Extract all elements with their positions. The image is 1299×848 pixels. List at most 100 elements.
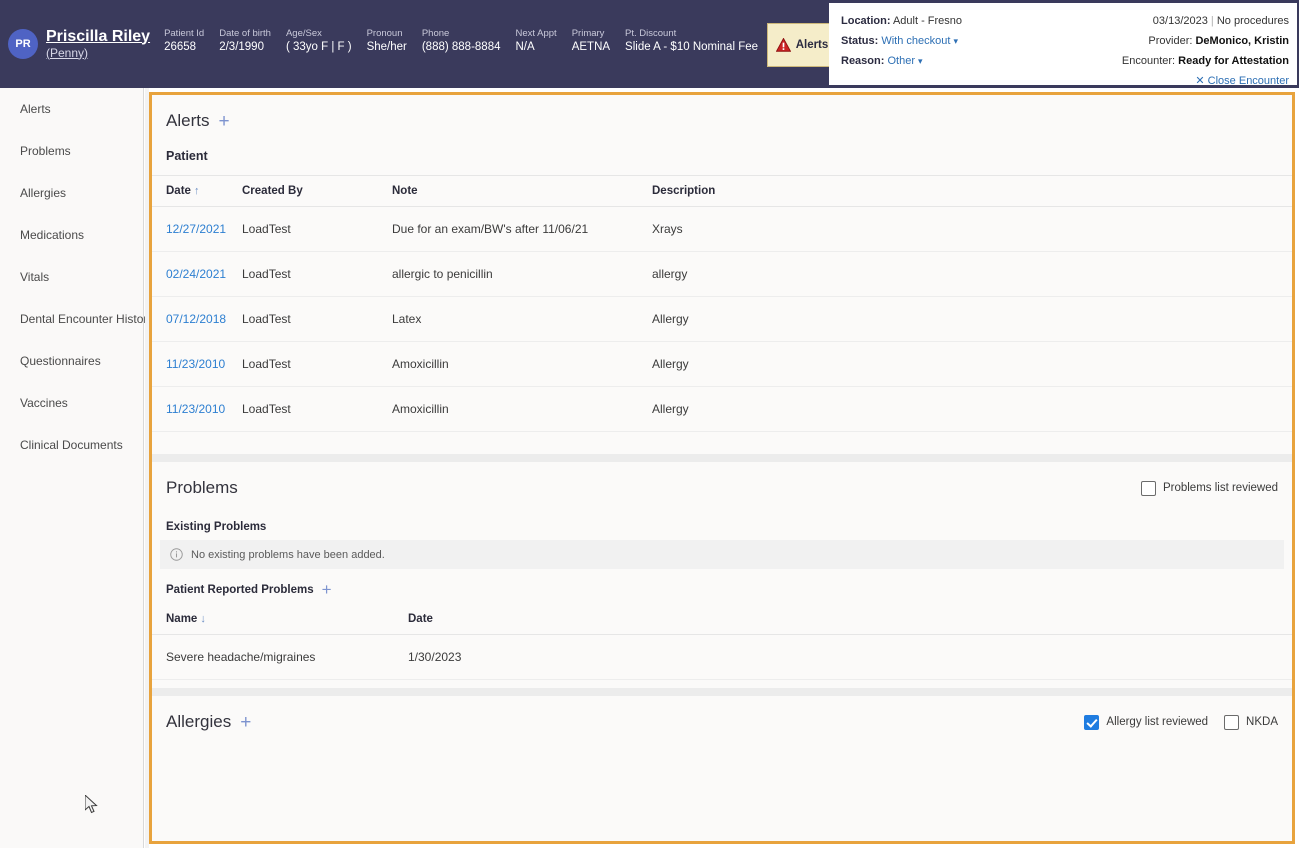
demographic-label: Pt. Discount (625, 28, 677, 39)
demographic-value: ( 33yo F | F ) (285, 41, 352, 53)
add-alert-button[interactable]: + (218, 112, 229, 131)
chart-content-area: Alerts + Patient Date↑ Created By Note (149, 92, 1295, 844)
column-header-date[interactable]: Date ↑ (152, 176, 242, 207)
encounter-info-panel: Location: Adult - Fresno Status: With ch… (829, 3, 1297, 87)
problems-table-header-row: Name ↓ Date (152, 604, 1292, 635)
provider-value: DeMonico, Kristin (1195, 35, 1289, 47)
table-row[interactable]: Severe headache/migraines 1/30/2023 (152, 634, 1292, 680)
demographic-label: Age/Sex (285, 28, 322, 39)
alert-date-link[interactable]: 11/23/2010 (166, 357, 225, 371)
problems-list-reviewed-checkbox[interactable]: Problems list reviewed (1140, 480, 1278, 496)
allergies-section-title: Allergies (166, 712, 232, 731)
patient-nickname-link[interactable]: (Penny) (46, 46, 150, 61)
demographic-patient-id: Patient Id 26658 (164, 28, 204, 55)
demographic-value: AETNA (571, 41, 611, 53)
sidebar-item-vaccines[interactable]: Vaccines (0, 382, 143, 424)
table-row[interactable]: 11/23/2010 LoadTest Amoxicillin Allergy (152, 386, 1292, 432)
sidebar-item-clinical-documents[interactable]: Clinical Documents (0, 424, 143, 466)
sort-ascending-icon[interactable]: ↑ (194, 185, 200, 197)
problems-section-header: Problems Problems list reviewed (152, 462, 1292, 508)
encounter-status-label: Status: (841, 35, 879, 47)
alert-created-by: LoadTest (242, 296, 392, 342)
add-allergy-button[interactable]: + (240, 713, 251, 732)
problems-list-reviewed-label: Problems list reviewed (1162, 482, 1278, 494)
problem-name: Severe headache/migraines (152, 634, 408, 680)
close-encounter-button[interactable]: ✕ Close Encounter (1122, 71, 1289, 91)
column-label: Name (166, 613, 198, 625)
close-encounter-label: Close Encounter (1207, 75, 1289, 87)
table-row[interactable]: 11/23/2010 LoadTest Amoxicillin Allergy (152, 341, 1292, 387)
sidebar-item-vitals[interactable]: Vitals (0, 256, 143, 298)
encounter-provider-row: Provider: DeMonico, Kristin (1122, 31, 1289, 51)
encounter-reason-label: Reason: (841, 55, 885, 67)
demographic-date-of-birth: Date of birth 2/3/1990 (219, 28, 271, 55)
alert-date-link[interactable]: 07/12/2018 (166, 312, 226, 326)
checkbox-box[interactable] (1224, 714, 1240, 730)
demographic-patient-discount: Pt. Discount Slide A - $10 Nominal Fee (625, 28, 758, 55)
existing-problems-text: Existing Problems (166, 521, 267, 533)
alert-description: Allergy (652, 296, 1292, 342)
allergy-list-reviewed-checkbox[interactable]: Allergy list reviewed (1084, 714, 1208, 730)
demographic-value: N/A (515, 41, 535, 53)
chevron-down-icon[interactable]: ▾ (918, 51, 923, 71)
alert-date-link[interactable]: 12/27/2021 (166, 222, 226, 236)
table-row[interactable]: 07/12/2018 LoadTest Latex Allergy (152, 296, 1292, 342)
column-header-date[interactable]: Date (408, 604, 1292, 635)
existing-problems-empty-state: No existing problems have been added. (160, 540, 1284, 569)
alert-created-by: LoadTest (242, 251, 392, 297)
encounter-value: Ready for Attestation (1178, 55, 1289, 67)
section-separator (152, 688, 1292, 696)
column-header-note[interactable]: Note (392, 176, 652, 207)
alert-created-by: LoadTest (242, 206, 392, 252)
chevron-down-icon[interactable]: ▾ (954, 31, 959, 51)
table-row[interactable]: 12/27/2021 LoadTest Due for an exam/BW's… (152, 206, 1292, 252)
column-header-created-by[interactable]: Created By (242, 176, 392, 207)
alert-note: Due for an exam/BW's after 11/06/21 (392, 206, 652, 252)
alerts-button[interactable]: Alerts (767, 23, 837, 67)
sort-descending-icon[interactable]: ↓ (200, 613, 206, 625)
demographic-label: Next Appt (515, 28, 557, 39)
divider: | (1210, 15, 1214, 27)
info-icon (170, 548, 183, 561)
demographic-label: Primary (571, 28, 605, 39)
encounter-status-value[interactable]: With checkout (881, 35, 950, 47)
demographic-phone: Phone (888) 888-8884 (422, 28, 501, 55)
section-separator (152, 454, 1292, 462)
encounter-reason-value[interactable]: Other (887, 55, 915, 67)
alerts-section-title: Alerts (166, 111, 210, 130)
sidebar-item-medications[interactable]: Medications (0, 214, 143, 256)
sidebar-item-allergies[interactable]: Allergies (0, 172, 143, 214)
encounter-date-row: 03/13/2023 | No procedures (1122, 11, 1289, 31)
demographic-value: (888) 888-8884 (421, 41, 501, 53)
alert-note: allergic to penicillin (392, 251, 652, 297)
column-header-name[interactable]: Name ↓ (152, 604, 408, 635)
alerts-button-label: Alerts (795, 39, 829, 51)
alert-description: Allergy (652, 341, 1292, 387)
demographic-value: 26658 (164, 41, 197, 53)
allergies-section: Allergies + Allergy list reviewed NKDA (152, 696, 1292, 742)
nkda-checkbox[interactable]: NKDA (1224, 714, 1278, 730)
checkbox-box[interactable] (1084, 714, 1100, 730)
sidebar-item-problems[interactable]: Problems (0, 130, 143, 172)
empty-state-message: No existing problems have been added. (191, 548, 385, 561)
alert-note: Latex (392, 296, 652, 342)
add-patient-reported-problem-button[interactable]: + (322, 581, 332, 598)
patient-demographics-list: Patient Id 26658 Date of birth 2/3/1990 … (164, 0, 773, 88)
encounter-status-summary-row: Encounter: Ready for Attestation (1122, 51, 1289, 71)
patient-reported-problems-text: Patient Reported Problems (166, 583, 314, 596)
checkbox-box[interactable] (1140, 480, 1156, 496)
sidebar-item-alerts[interactable]: Alerts (0, 88, 143, 130)
alert-description: allergy (652, 251, 1292, 297)
encounter-status-row[interactable]: Status: With checkout ▾ (841, 31, 962, 51)
sidebar-item-dental-encounter-history[interactable]: Dental Encounter History (0, 298, 153, 340)
sidebar-item-questionnaires[interactable]: Questionnaires (0, 340, 143, 382)
column-header-description[interactable]: Description (652, 176, 1292, 207)
alert-date-link[interactable]: 02/24/2021 (166, 267, 226, 281)
problems-section-title: Problems (166, 478, 238, 497)
encounter-reason-row[interactable]: Reason: Other ▾ (841, 51, 962, 71)
patient-name-link[interactable]: Priscilla Riley (46, 28, 150, 46)
alert-created-by: LoadTest (242, 341, 392, 387)
patient-reported-problems-label: Patient Reported Problems + (152, 569, 1292, 604)
table-row[interactable]: 02/24/2021 LoadTest allergic to penicill… (152, 251, 1292, 297)
alert-date-link[interactable]: 11/23/2010 (166, 402, 225, 416)
